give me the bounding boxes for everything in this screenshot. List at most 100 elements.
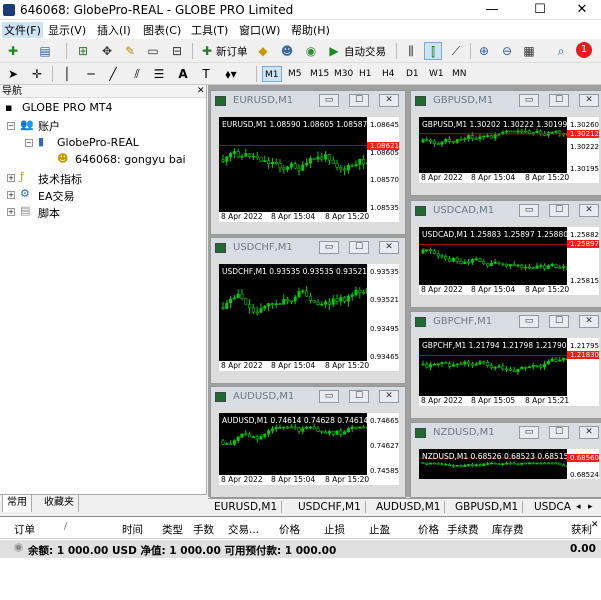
menu-insert[interactable]: 插入(I) <box>97 22 131 38</box>
chart-maximize-button[interactable]: ☐ <box>349 94 369 107</box>
tab-favorites[interactable]: 收藏夹 <box>40 495 79 512</box>
text-label-icon[interactable]: T <box>197 65 215 83</box>
timeframe-m30[interactable]: M30 <box>332 66 355 82</box>
chart-tab[interactable]: AUDUSD,M1 <box>372 501 446 513</box>
tester-icon[interactable]: ⊟ <box>168 42 186 60</box>
text-icon[interactable]: A <box>174 65 192 83</box>
timeframe-m5[interactable]: M5 <box>286 66 304 82</box>
fibonacci-icon[interactable]: ☰ <box>150 65 168 83</box>
chart-minimize-button[interactable]: ▭ <box>319 241 339 254</box>
timeframe-mn[interactable]: MN <box>450 66 469 82</box>
col-time[interactable]: 时间 <box>122 522 143 537</box>
chart-close-button[interactable]: ✕ <box>379 241 399 254</box>
col-symbol[interactable]: 交易... <box>228 522 259 537</box>
search-icon[interactable]: ⌕ <box>552 42 570 60</box>
timeframe-m1[interactable]: M1 <box>262 66 282 82</box>
cursor-icon[interactable]: ➤ <box>4 65 22 83</box>
new-order-button[interactable]: 新订单 <box>216 44 248 59</box>
col-tp[interactable]: 止盈 <box>369 522 390 537</box>
menu-view[interactable]: 显示(V) <box>48 22 86 38</box>
zoom-out-icon[interactable]: ⊖ <box>498 42 516 60</box>
chart-tab[interactable]: USDCHF,M1 <box>294 501 366 513</box>
chart-maximize-button[interactable]: ☐ <box>549 315 569 328</box>
chart-plot[interactable]: GBPUSD,M1 1.30202 1.30222 1.30199 1.3021… <box>419 117 599 173</box>
tabs-scroll-left-icon[interactable]: ◂ <box>576 502 581 512</box>
chart-minimize-button[interactable]: ▭ <box>319 390 339 403</box>
chart-maximize-button[interactable]: ☐ <box>549 204 569 217</box>
notifications-badge[interactable]: 1 <box>576 42 592 58</box>
expand-icon[interactable]: + <box>7 174 15 182</box>
chart-tab[interactable]: GBPUSD,M1 <box>451 501 524 513</box>
chart-minimize-button[interactable]: ▭ <box>519 204 539 217</box>
menu-tools[interactable]: 工具(T) <box>191 22 228 38</box>
terminal-close-icon[interactable]: ✕ <box>591 520 599 530</box>
chart-plot[interactable]: AUDUSD,M1 0.74614 0.74628 0.74614 0.7462… <box>219 413 399 475</box>
col-profit[interactable]: 获利 <box>571 522 592 537</box>
minimize-button[interactable]: — <box>469 0 515 20</box>
nav-indicators[interactable]: 技术指标 <box>38 171 82 187</box>
chart-window-eurusd[interactable]: EURUSD,M1 ▭ ☐ ✕ EURUSD,M1 1.08590 1.08605 1.… <box>210 90 406 235</box>
chart-close-button[interactable]: ✕ <box>579 94 599 107</box>
expand-icon[interactable]: + <box>7 208 15 216</box>
chart-window-nzdusd[interactable]: NZDUSD,M1 ▭ ☐ ✕ NZDUSD,M1 0.68526 0.68523 0.… <box>410 422 601 498</box>
chart-window-gbpchf[interactable]: GBPCHF,M1 ▭ ☐ ✕ GBPCHF,M1 1.21794 1.21798 1.… <box>410 311 601 419</box>
close-button[interactable]: ✕ <box>559 0 601 20</box>
vertical-line-icon[interactable]: │ <box>58 65 76 83</box>
chart-minimize-button[interactable]: ▭ <box>519 315 539 328</box>
menu-window[interactable]: 窗口(W) <box>239 22 280 38</box>
col-order[interactable]: 订单 <box>14 522 35 537</box>
chart-maximize-button[interactable]: ☐ <box>549 94 569 107</box>
candlestick-icon[interactable]: ⫿ <box>424 42 442 60</box>
auto-trading-icon[interactable]: ▶ <box>325 42 343 60</box>
chart-window-audusd[interactable]: AUDUSD,M1 ▭ ☐ ✕ AUDUSD,M1 0.74614 0.74628 0.… <box>210 386 406 498</box>
timeframe-d1[interactable]: D1 <box>404 66 421 82</box>
tab-common[interactable]: 常用 <box>2 495 32 512</box>
nav-experts[interactable]: EA交易 <box>38 188 74 204</box>
chart-tab[interactable]: EURUSD,M1 <box>210 501 283 513</box>
terminal-icon[interactable]: ▭ <box>144 42 162 60</box>
crosshair-icon[interactable]: ✛ <box>28 65 46 83</box>
chart-close-button[interactable]: ✕ <box>379 94 399 107</box>
chart-tab[interactable]: USDCA <box>530 501 575 513</box>
col-commission[interactable]: 手续费 <box>447 522 479 537</box>
timeframe-m15[interactable]: M15 <box>308 66 331 82</box>
col-current-price[interactable]: 价格 <box>418 522 439 537</box>
chart-plot[interactable]: NZDUSD,M1 0.68526 0.68523 0.68515 0.6852… <box>419 449 599 479</box>
chart-plot[interactable]: USDCAD,M1 1.25883 1.25897 1.25880 1.2588… <box>419 227 599 285</box>
data-window-icon[interactable]: ✥ <box>98 42 116 60</box>
chart-maximize-button[interactable]: ☐ <box>349 241 369 254</box>
maximize-button[interactable]: ☐ <box>517 0 563 20</box>
chart-close-button[interactable]: ✕ <box>579 204 599 217</box>
chart-maximize-button[interactable]: ☐ <box>349 390 369 403</box>
chart-minimize-button[interactable]: ▭ <box>519 426 539 439</box>
timeframe-h1[interactable]: H1 <box>357 66 374 82</box>
bar-chart-icon[interactable]: ⫼ <box>402 42 420 60</box>
nav-account[interactable]: 646068: gongyu bai <box>75 153 186 166</box>
col-price[interactable]: 价格 <box>279 522 300 537</box>
shapes-dropdown-icon[interactable]: ⬧▾ <box>222 65 240 83</box>
expand-icon[interactable]: + <box>7 191 15 199</box>
timeframe-w1[interactable]: W1 <box>427 66 446 82</box>
balance-row[interactable]: 余额: 1 000.00 USD 净值: 1 000.00 可用预付款: 1 0… <box>0 540 601 558</box>
community-icon[interactable]: ☻ <box>278 42 296 60</box>
profiles-icon[interactable]: ▤ <box>36 42 54 60</box>
tile-windows-icon[interactable]: ▦ <box>520 42 538 60</box>
col-type[interactable]: 类型 <box>162 522 183 537</box>
chart-window-usdchf[interactable]: USDCHF,M1 ▭ ☐ ✕ USDCHF,M1 0.93535 0.93535 0.… <box>210 237 406 384</box>
chart-window-usdcad[interactable]: USDCAD,M1 ▭ ☐ ✕ USDCAD,M1 1.25883 1.25897 1.… <box>410 200 601 308</box>
horizontal-line-icon[interactable]: ─ <box>82 65 100 83</box>
chart-plot[interactable]: EURUSD,M1 1.08590 1.08605 1.08587 1.0859… <box>219 117 399 212</box>
nav-scripts[interactable]: 脚本 <box>38 205 60 221</box>
new-chart-icon[interactable]: ✚ <box>4 42 22 60</box>
nav-server[interactable]: GlobePro-REAL <box>57 136 139 149</box>
chart-plot[interactable]: GBPCHF,M1 1.21794 1.21798 1.21790 1.2179… <box>419 338 599 396</box>
chart-minimize-button[interactable]: ▭ <box>319 94 339 107</box>
channel-icon[interactable]: ⫽ <box>128 65 146 83</box>
chart-minimize-button[interactable]: ▭ <box>519 94 539 107</box>
chart-close-button[interactable]: ✕ <box>379 390 399 403</box>
col-lots[interactable]: 手数 <box>193 522 214 537</box>
trendline-icon[interactable]: ╱ <box>104 65 122 83</box>
new-order-icon[interactable]: ✚ <box>198 42 216 60</box>
nav-accounts[interactable]: 账户 <box>38 118 60 134</box>
col-swap[interactable]: 库存费 <box>492 522 524 537</box>
